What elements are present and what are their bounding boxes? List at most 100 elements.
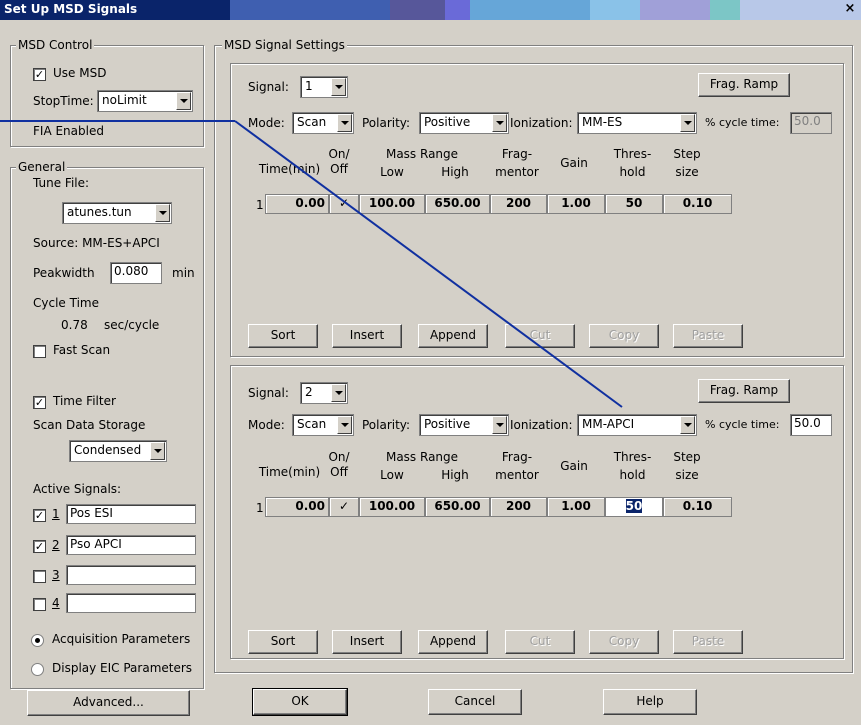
mode-value: Scan — [297, 417, 327, 431]
signal-1-combo[interactable]: 1 — [300, 76, 348, 98]
time-cell[interactable]: 0.00 — [265, 497, 329, 517]
active-signals-label: Active Signals: — [33, 482, 122, 496]
high-cell[interactable]: 650.00 — [425, 194, 490, 214]
signal-2-name-input[interactable]: Pso APCI — [66, 535, 196, 555]
signal-1-checkbox[interactable]: ✓ — [33, 509, 46, 522]
acquisition-parameters-radio[interactable] — [31, 634, 44, 647]
cycle-time-value: 0.78 — [61, 318, 88, 332]
frag-ramp-button[interactable]: Frag. Ramp — [698, 73, 790, 97]
fia-enabled-label: FIA Enabled — [33, 124, 104, 138]
polarity-combo[interactable]: Positive — [419, 414, 509, 436]
chevron-down-icon[interactable] — [176, 92, 191, 110]
signal-4-checkbox[interactable] — [33, 598, 46, 611]
frag-ramp-button[interactable]: Frag. Ramp — [698, 379, 790, 403]
advanced-button[interactable]: Advanced... — [27, 690, 190, 716]
step-size-cell[interactable]: 0.10 — [663, 194, 732, 214]
signal-1-number: 1 — [52, 507, 60, 521]
step-header-2: size — [675, 165, 699, 179]
signal-3-name-input[interactable] — [66, 565, 196, 585]
chevron-down-icon[interactable] — [331, 384, 346, 402]
fast-scan-checkbox[interactable] — [33, 345, 46, 358]
paste-button[interactable]: Paste — [673, 324, 743, 348]
cycle-time-percent-input[interactable]: 50.0 — [790, 112, 832, 134]
chevron-down-icon[interactable] — [492, 114, 507, 132]
chevron-down-icon[interactable] — [331, 78, 346, 96]
onoff-header-1: On/ — [328, 147, 350, 161]
copy-button[interactable]: Copy — [589, 630, 659, 654]
signal-4-name-input[interactable] — [66, 593, 196, 613]
low-cell[interactable]: 100.00 — [359, 194, 425, 214]
cycle-time-percent-input[interactable]: 50.0 — [790, 414, 832, 436]
threshold-cell[interactable]: 50 — [605, 497, 663, 517]
low-header: Low — [380, 165, 404, 179]
threshold-header-1: Thres- — [613, 147, 652, 161]
chevron-down-icon[interactable] — [680, 416, 695, 434]
help-button[interactable]: Help — [603, 689, 697, 715]
threshold-cell[interactable]: 50 — [605, 194, 663, 214]
cut-button[interactable]: Cut — [505, 630, 575, 654]
signal-1-name-input[interactable]: Pos ESI — [66, 504, 196, 524]
display-eic-parameters-radio[interactable] — [31, 663, 44, 676]
signal-3-number: 3 — [52, 568, 60, 582]
ionization-combo[interactable]: MM-ES — [577, 112, 697, 134]
fragmentor-cell[interactable]: 200 — [490, 497, 547, 517]
source-label: Source: MM-ES+APCI — [33, 236, 160, 250]
append-button[interactable]: Append — [418, 630, 488, 654]
threshold-selected-text[interactable]: 50 — [625, 499, 643, 513]
signal-settings-legend: MSD Signal Settings — [222, 38, 347, 52]
frag-header-2: mentor — [495, 468, 539, 482]
sort-button[interactable]: Sort — [248, 324, 318, 348]
cycle-time-label: Cycle Time — [33, 296, 99, 310]
insert-button[interactable]: Insert — [332, 630, 402, 654]
copy-button[interactable]: Copy — [589, 324, 659, 348]
chevron-down-icon[interactable] — [150, 442, 165, 460]
chevron-down-icon[interactable] — [492, 416, 507, 434]
time-filter-checkbox[interactable]: ✓ — [33, 396, 46, 409]
onoff-cell[interactable]: ✓ — [329, 194, 359, 214]
msd-control-legend: MSD Control — [16, 38, 95, 52]
acquisition-parameters-label: Acquisition Parameters — [52, 632, 191, 646]
storage-combo[interactable]: Condensed — [69, 440, 167, 462]
tune-file-combo[interactable]: atunes.tun — [62, 202, 172, 224]
time-header: Time(min) — [258, 465, 321, 479]
use-msd-label: Use MSD — [53, 66, 107, 80]
gain-cell[interactable]: 1.00 — [547, 497, 605, 517]
cancel-button[interactable]: Cancel — [428, 689, 522, 715]
peakwidth-label: Peakwidth — [33, 266, 95, 280]
signal-2-combo[interactable]: 2 — [300, 382, 348, 404]
insert-button[interactable]: Insert — [332, 324, 402, 348]
paste-button[interactable]: Paste — [673, 630, 743, 654]
onoff-cell[interactable]: ✓ — [329, 497, 359, 517]
ionization-label: Ionization: — [510, 418, 573, 432]
peakwidth-input[interactable]: 0.080 — [110, 262, 162, 284]
chevron-down-icon[interactable] — [155, 204, 170, 222]
title-bar-segment — [230, 0, 390, 20]
use-msd-checkbox[interactable]: ✓ — [33, 68, 46, 81]
high-header: High — [441, 165, 469, 179]
sort-button[interactable]: Sort — [248, 630, 318, 654]
stoptime-combo[interactable]: noLimit — [97, 90, 193, 112]
low-cell[interactable]: 100.00 — [359, 497, 425, 517]
ionization-value: MM-ES — [582, 115, 623, 129]
cut-button[interactable]: Cut — [505, 324, 575, 348]
step-size-cell[interactable]: 0.10 — [663, 497, 732, 517]
mode-combo[interactable]: Scan — [292, 112, 354, 134]
time-cell[interactable]: 0.00 — [265, 194, 329, 214]
mode-combo[interactable]: Scan — [292, 414, 354, 436]
ionization-combo[interactable]: MM-APCI — [577, 414, 697, 436]
ok-button[interactable]: OK — [252, 688, 348, 716]
append-button[interactable]: Append — [418, 324, 488, 348]
polarity-value: Positive — [424, 417, 471, 431]
high-cell[interactable]: 650.00 — [425, 497, 490, 517]
signal-2-checkbox[interactable]: ✓ — [33, 540, 46, 553]
gain-cell[interactable]: 1.00 — [547, 194, 605, 214]
chevron-down-icon[interactable] — [337, 416, 352, 434]
close-icon[interactable]: × — [843, 2, 857, 16]
fast-scan-label: Fast Scan — [53, 343, 111, 357]
polarity-combo[interactable]: Positive — [419, 112, 509, 134]
fragmentor-cell[interactable]: 200 — [490, 194, 547, 214]
signal-3-checkbox[interactable] — [33, 570, 46, 583]
step-header-1: Step — [673, 147, 701, 161]
chevron-down-icon[interactable] — [337, 114, 352, 132]
chevron-down-icon[interactable] — [680, 114, 695, 132]
